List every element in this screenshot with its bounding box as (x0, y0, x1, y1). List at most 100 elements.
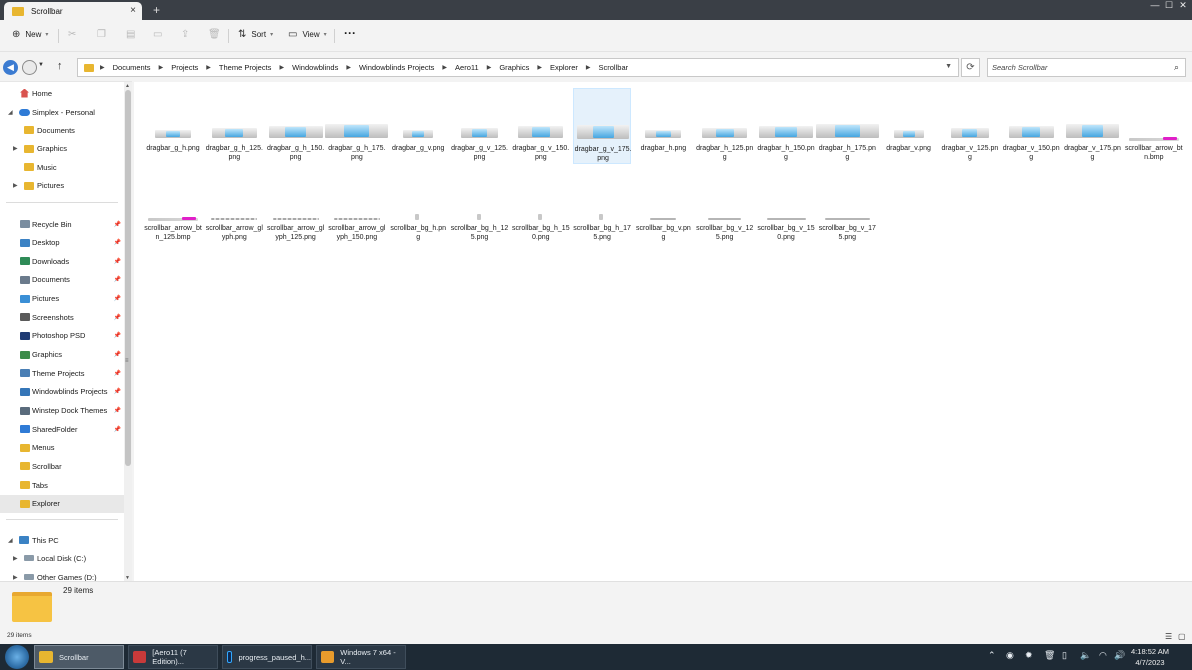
nav-item-local-disk[interactable]: ▶ Local Disk (C:) (0, 549, 124, 567)
file-item[interactable]: dragbar_h_125.png (696, 88, 754, 164)
file-item[interactable]: dragbar_h_150.png (757, 88, 815, 164)
nav-item-menus[interactable]: Menus (0, 439, 124, 457)
tab-scrollbar[interactable]: Scrollbar × (4, 2, 142, 20)
file-item[interactable]: dragbar_g_h_175.png (325, 88, 389, 164)
chevron-up-icon[interactable]: ⌃ (988, 650, 996, 661)
volume-icon[interactable]: 🔈 (1080, 650, 1091, 661)
file-item[interactable]: scrollbar_bg_v.png (634, 168, 692, 244)
file-item[interactable]: scrollbar_arrow_glyph.png (205, 168, 263, 244)
more-options-button[interactable]: ··· (344, 26, 356, 40)
discord-icon[interactable]: ◉ (1006, 650, 1014, 661)
pane-resize-handle[interactable]: ≡ (125, 358, 129, 364)
nav-scrollbar[interactable]: ▲ ▼ (124, 82, 132, 582)
minimize-button[interactable]: — (1150, 0, 1160, 11)
file-item[interactable]: dragbar_v_125.png (941, 88, 999, 164)
file-item[interactable]: dragbar_g_v_150.png (512, 88, 570, 164)
close-tab-icon[interactable]: × (130, 5, 136, 16)
recent-locations-icon[interactable]: ▼ (38, 62, 44, 68)
maximize-button[interactable]: ☐ (1164, 0, 1174, 11)
scrollbar-thumb[interactable] (125, 90, 131, 466)
chevron-right-icon[interactable]: ▶ (13, 574, 18, 581)
nav-item-documents[interactable]: Documents 📌 (0, 271, 124, 289)
file-item[interactable]: scrollbar_bg_v_175.png (818, 168, 876, 244)
file-item[interactable]: scrollbar_arrow_glyph_150.png (328, 168, 386, 244)
breadcrumb-separator[interactable]: ▶ (206, 64, 211, 71)
start-button-icon[interactable] (5, 645, 29, 669)
nav-item-theme-projects[interactable]: Theme Projects 📌 (0, 364, 124, 382)
share-icon[interactable]: ⇪ (181, 29, 189, 40)
nav-item-home[interactable]: Home (0, 84, 124, 102)
file-item[interactable]: dragbar_g_v_125.png (451, 88, 509, 164)
nav-item-explorer[interactable]: Explorer (0, 494, 124, 513)
sort-button[interactable]: ⇅ Sort ▾ (238, 29, 273, 40)
details-view-icon[interactable]: ☰ (1165, 632, 1172, 641)
nav-item-desktop[interactable]: Desktop 📌 (0, 234, 124, 252)
clock[interactable]: 4:18:52 AM 4/7/2023 (1130, 646, 1170, 668)
trash-icon[interactable]: 🗑 (1044, 650, 1055, 661)
wifi-icon[interactable]: ◠ (1099, 650, 1107, 661)
chevron-down-icon[interactable]: ◢ (8, 109, 13, 116)
cut-icon[interactable]: ✂ (68, 29, 76, 40)
steam-icon[interactable]: ✹ (1025, 650, 1033, 661)
nav-item-this-pc[interactable]: ◢ This PC (0, 531, 124, 549)
file-item[interactable]: scrollbar_bg_h.png (389, 168, 447, 244)
breadcrumb-separator[interactable]: ▶ (442, 64, 447, 71)
refresh-icon[interactable]: ⟳ (961, 58, 980, 77)
copy-icon[interactable]: ❐ (97, 29, 106, 40)
file-item[interactable]: dragbar_v_150.png (1002, 88, 1060, 164)
file-item[interactable]: dragbar_g_h_125.png (205, 88, 263, 164)
file-item[interactable]: scrollbar_bg_h_150.png (512, 168, 570, 244)
file-item[interactable]: scrollbar_bg_h_125.png (451, 168, 509, 244)
file-item[interactable]: dragbar_v.png (880, 88, 938, 164)
close-window-button[interactable]: ✕ (1178, 0, 1188, 11)
scroll-up-icon[interactable]: ▲ (125, 83, 130, 89)
file-item[interactable]: dragbar_g_h.png (144, 88, 202, 164)
breadcrumb-separator[interactable]: ▶ (586, 64, 591, 71)
nav-item-cloud-pictures[interactable]: ▶ Pictures (0, 177, 124, 195)
breadcrumb-theme-projects[interactable]: Theme Projects (219, 63, 272, 72)
view-button[interactable]: ▭ View ▾ (288, 29, 327, 40)
up-arrow-icon[interactable]: ↑ (57, 60, 63, 72)
nav-item-cloud-graphics[interactable]: ▶ Graphics (0, 140, 124, 158)
breadcrumb-graphics[interactable]: Graphics (499, 63, 529, 72)
breadcrumb-windowblinds-projects[interactable]: Windowblinds Projects (359, 63, 434, 72)
chevron-down-icon[interactable]: ◢ (8, 537, 13, 544)
file-item[interactable]: dragbar_h.png (634, 88, 692, 164)
chevron-right-icon[interactable]: ▶ (13, 182, 18, 189)
file-item[interactable]: dragbar_v_175.png (1064, 88, 1122, 164)
file-item[interactable]: dragbar_g_v_175.png (573, 88, 632, 164)
file-item[interactable]: scrollbar_arrow_btn_125.bmp (144, 168, 202, 244)
nav-item-recycle-bin[interactable]: Recycle Bin 📌 (0, 215, 124, 233)
breadcrumb-separator[interactable]: ▶ (346, 64, 351, 71)
nav-item-screenshots[interactable]: Screenshots 📌 (0, 308, 124, 326)
nav-item-pictures[interactable]: Pictures 📌 (0, 290, 124, 308)
taskbar-item-photoshop[interactable]: progress_paused_h... (222, 645, 312, 669)
nav-item-cloud[interactable]: ◢ Simplex - Personal (0, 103, 124, 121)
nav-item-cloud-documents[interactable]: Documents (0, 121, 124, 139)
delete-icon[interactable]: 🗑 (208, 29, 221, 40)
nav-item-graphics[interactable]: Graphics 📌 (0, 346, 124, 364)
nav-item-photoshop-psd[interactable]: Photoshop PSD 📌 (0, 327, 124, 345)
forward-arrow-icon[interactable] (22, 60, 37, 75)
breadcrumb-separator[interactable]: ▶ (279, 64, 284, 71)
breadcrumb-windowblinds[interactable]: Windowblinds (292, 63, 338, 72)
file-item[interactable]: scrollbar_bg_h_175.png (573, 168, 631, 244)
breadcrumb-documents[interactable]: Documents (113, 63, 151, 72)
address-bar[interactable]: ▶ Documents ▶ Projects ▶ Theme Projects ▶ W… (77, 58, 959, 77)
file-item[interactable]: dragbar_g_h_150.png (267, 88, 325, 164)
breadcrumb-aero11[interactable]: Aero11 (455, 63, 479, 72)
chevron-right-icon[interactable]: ▶ (13, 145, 18, 152)
search-input[interactable] (992, 63, 1162, 72)
search-icon[interactable]: ⌕ (1174, 62, 1179, 73)
taskbar-item-vm[interactable]: Windows 7 x64 - V... (316, 645, 406, 669)
new-tab-button[interactable]: + (153, 3, 160, 17)
chevron-down-icon[interactable]: ▼ (945, 63, 952, 70)
rename-icon[interactable]: ▭ (153, 29, 162, 40)
paste-icon[interactable]: ▤ (126, 29, 135, 40)
file-item[interactable]: scrollbar_arrow_glyph_125.png (267, 168, 325, 244)
taskbar-item-explorer[interactable]: Scrollbar (34, 645, 124, 669)
file-item[interactable]: scrollbar_arrow_btn.bmp (1125, 88, 1183, 164)
file-item[interactable]: dragbar_h_175.png (815, 88, 879, 164)
new-button[interactable]: ⊕ New ▾ (12, 29, 48, 40)
chevron-right-icon[interactable]: ▶ (13, 555, 18, 562)
